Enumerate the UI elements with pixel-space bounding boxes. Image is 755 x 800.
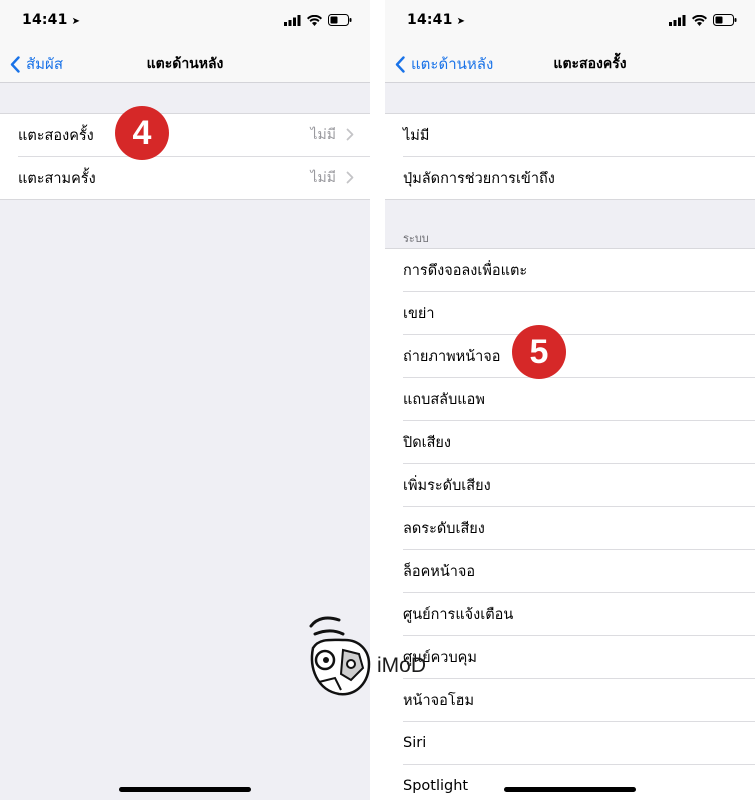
step-badge-5: 5 bbox=[512, 325, 566, 379]
battery-icon bbox=[713, 14, 737, 26]
option-item[interactable]: หน้าจอโฮม bbox=[403, 679, 755, 722]
navigation-bar: สัมผัส แตะด้านหลัง bbox=[0, 44, 370, 83]
navigation-bar: แตะด้านหลัง แตะสองครั้ง bbox=[385, 44, 755, 83]
option-label: ไม่มี bbox=[403, 127, 430, 144]
option-item[interactable]: ลดระดับเสียง bbox=[403, 507, 755, 550]
chevron-right-icon bbox=[346, 171, 354, 184]
option-item[interactable]: เพิ่มระดับเสียง bbox=[403, 464, 755, 507]
system-group: การดึงจอลงเพื่อแตะ เขย่า ถ่ายภาพหน้าจอ แ… bbox=[385, 248, 755, 800]
location-icon: ➤ bbox=[456, 16, 466, 27]
wifi-icon bbox=[692, 14, 707, 26]
page-title: แตะด้านหลัง bbox=[146, 56, 224, 72]
row-label: แตะสามครั้ง bbox=[18, 170, 96, 187]
battery-icon bbox=[328, 14, 352, 26]
option-label: ถ่ายภาพหน้าจอ bbox=[403, 348, 501, 365]
option-item[interactable]: ปิดเสียง bbox=[403, 421, 755, 464]
home-indicator bbox=[119, 787, 251, 792]
row-triple-tap[interactable]: แตะสามครั้ง ไม่มี bbox=[18, 157, 370, 199]
option-label: เพิ่มระดับเสียง bbox=[403, 477, 491, 494]
option-item[interactable]: ล็อคหน้าจอ bbox=[403, 550, 755, 593]
imod-watermark: iMoD bbox=[305, 608, 445, 700]
chevron-right-icon bbox=[346, 128, 354, 141]
row-double-tap[interactable]: แตะสองครั้ง ไม่มี bbox=[18, 114, 370, 157]
status-bar: 14:41 ➤ bbox=[385, 0, 755, 44]
option-label: การดึงจอลงเพื่อแตะ bbox=[403, 262, 528, 279]
settings-group: แตะสองครั้ง ไม่มี แตะสามครั้ง ไม่มี bbox=[0, 113, 370, 200]
option-item[interactable]: Siri bbox=[403, 722, 755, 765]
row-value: ไม่มี bbox=[310, 127, 337, 143]
signal-icon bbox=[284, 14, 301, 26]
status-time: 14:41 ➤ bbox=[22, 12, 81, 28]
wifi-icon bbox=[307, 14, 322, 26]
location-icon: ➤ bbox=[71, 16, 81, 27]
step-badge-4: 4 bbox=[115, 106, 169, 160]
page-title: แตะสองครั้ง bbox=[553, 56, 627, 72]
option-item[interactable]: ปุ่มลัดการช่วยการเข้าถึง bbox=[403, 157, 755, 199]
option-item[interactable]: Spotlight bbox=[403, 765, 755, 800]
option-label: ปิดเสียง bbox=[403, 434, 452, 451]
option-item[interactable]: เขย่า bbox=[403, 292, 755, 335]
options-group: ไม่มี ปุ่มลัดการช่วยการเข้าถึง bbox=[385, 113, 755, 200]
status-time: 14:41 ➤ bbox=[407, 12, 466, 28]
option-label: แถบสลับแอพ bbox=[403, 391, 485, 408]
imod-logo-icon bbox=[309, 616, 371, 696]
home-indicator bbox=[504, 787, 636, 792]
row-value: ไม่มี bbox=[310, 170, 337, 186]
option-item[interactable]: การดึงจอลงเพื่อแตะ bbox=[403, 249, 755, 292]
option-label: Spotlight bbox=[403, 778, 469, 794]
option-item[interactable]: ศูนย์ควบคุม bbox=[403, 636, 755, 679]
option-item[interactable]: ถ่ายภาพหน้าจอ bbox=[403, 335, 755, 378]
option-label: ลดระดับเสียง bbox=[403, 520, 485, 537]
option-label: ล็อคหน้าจอ bbox=[403, 563, 476, 580]
option-label: Siri bbox=[403, 735, 427, 751]
option-item[interactable]: แถบสลับแอพ bbox=[403, 378, 755, 421]
section-header: ระบบ bbox=[403, 232, 429, 245]
status-bar: 14:41 ➤ bbox=[0, 0, 370, 44]
option-label: ปุ่มลัดการช่วยการเข้าถึง bbox=[403, 170, 555, 187]
option-item[interactable]: ไม่มี bbox=[403, 114, 755, 157]
row-label: แตะสองครั้ง bbox=[18, 127, 94, 144]
option-label: เขย่า bbox=[403, 305, 435, 322]
option-item[interactable]: ศูนย์การแจ้งเตือน bbox=[403, 593, 755, 636]
signal-icon bbox=[669, 14, 686, 26]
chevron-left-icon bbox=[395, 55, 405, 73]
watermark-text: iMoD bbox=[377, 654, 427, 677]
